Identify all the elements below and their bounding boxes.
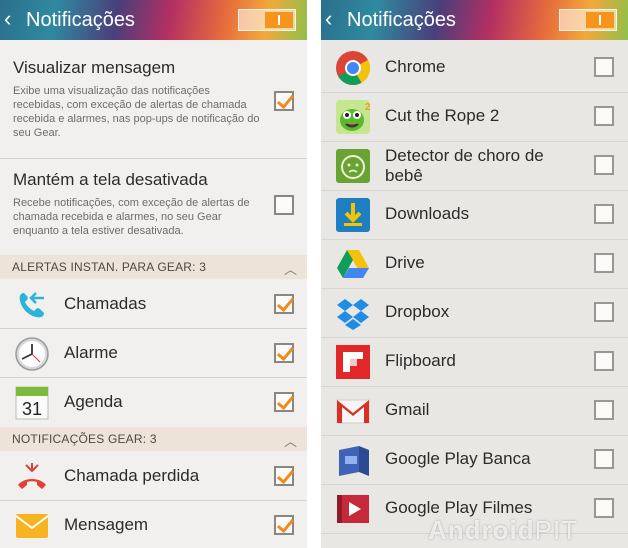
back-button[interactable]: ‹ <box>4 6 11 32</box>
app-row-cut-the-rope[interactable]: 2 Cut the Rope 2 <box>321 92 628 142</box>
downloads-icon <box>335 197 371 233</box>
cut-the-rope-icon: 2 <box>335 99 371 135</box>
app-name: Detector de choro de bebê <box>385 146 544 185</box>
missed-call-checkbox[interactable] <box>274 466 294 486</box>
item-label: Alarme <box>64 343 118 362</box>
divider <box>0 158 307 159</box>
calendar-checkbox[interactable] <box>274 392 294 412</box>
gmail-icon <box>335 393 371 429</box>
flipboard-checkbox[interactable] <box>594 351 614 371</box>
app-row-drive[interactable]: Drive <box>321 239 628 289</box>
app-name: Flipboard <box>385 351 456 370</box>
setting-title: Visualizar mensagem <box>13 58 176 77</box>
app-row-baby-cry-detector[interactable]: Detector de choro de bebê <box>321 141 628 191</box>
play-newsstand-checkbox[interactable] <box>594 449 614 469</box>
play-newsstand-icon <box>335 442 371 478</box>
app-row-flipboard[interactable]: Flipboard <box>321 337 628 387</box>
chrome-icon <box>335 50 371 86</box>
section-label: NOTIFICAÇÕES GEAR: 3 <box>12 432 157 446</box>
section-header-instant-alerts[interactable]: ALERTAS INSTAN. PARA GEAR: 3 ︿ <box>0 255 307 279</box>
app-name: Drive <box>385 253 425 272</box>
setting-description: Recebe notificações, com exceção de aler… <box>13 197 250 237</box>
androidpit-watermark: AndroidPIT <box>428 515 578 546</box>
app-name: Cut the Rope 2 <box>385 106 500 125</box>
item-label: Agenda <box>64 392 123 411</box>
back-button[interactable]: ‹ <box>325 6 332 32</box>
missed-call-icon <box>14 459 50 495</box>
drive-icon <box>335 246 371 282</box>
item-label: Chamadas <box>64 294 147 313</box>
chevron-up-icon: ︿ <box>283 434 297 449</box>
section-label: ALERTAS INSTAN. PARA GEAR: 3 <box>12 260 207 274</box>
incoming-call-icon <box>14 287 50 323</box>
switch-knob <box>265 12 293 28</box>
alarm-checkbox[interactable] <box>274 343 294 363</box>
play-movies-icon <box>335 491 371 527</box>
master-switch[interactable] <box>238 9 296 31</box>
chrome-checkbox[interactable] <box>594 57 614 77</box>
drive-checkbox[interactable] <box>594 253 614 273</box>
app-row-chrome[interactable]: Chrome <box>321 43 628 93</box>
watermark-brand: Android <box>428 515 535 545</box>
list-item-message[interactable]: Mensagem <box>0 501 307 548</box>
message-checkbox[interactable] <box>274 515 294 535</box>
message-icon <box>14 508 50 544</box>
item-label: Mensagem <box>64 515 149 534</box>
setting-title: Mantém a tela desativada <box>13 170 208 189</box>
app-name: Downloads <box>385 204 470 223</box>
page-title[interactable]: Notificações <box>26 8 135 32</box>
app-row-downloads[interactable]: Downloads <box>321 190 628 240</box>
svg-text:2: 2 <box>365 102 371 113</box>
app-row-gmail[interactable]: Gmail <box>321 386 628 436</box>
app-name: Gmail <box>385 400 430 419</box>
action-bar: ‹ Notificações <box>321 0 628 40</box>
dropbox-checkbox[interactable] <box>594 302 614 322</box>
play-movies-checkbox[interactable] <box>594 498 614 518</box>
cut-the-rope-checkbox[interactable] <box>594 106 614 126</box>
app-row-play-newsstand[interactable]: Google Play Banca <box>321 435 628 485</box>
app-name: Google Play Banca <box>385 449 531 468</box>
downloads-checkbox[interactable] <box>594 204 614 224</box>
master-switch[interactable] <box>559 9 617 31</box>
right-screen: ‹ Notificações Chrome 2 Cut the Rope 2 D… <box>321 0 628 548</box>
list-item-missed-call[interactable]: Chamada perdida <box>0 452 307 501</box>
clock-icon <box>14 336 50 372</box>
calendar-icon: 31 <box>14 385 50 421</box>
action-bar: ‹ Notificações <box>0 0 307 40</box>
keep-screen-off-checkbox[interactable] <box>274 195 294 215</box>
watermark-suffix: PIT <box>534 515 579 545</box>
dropbox-icon <box>335 295 371 331</box>
list-item-calendar[interactable]: 31 Agenda <box>0 378 307 427</box>
app-row-dropbox[interactable]: Dropbox <box>321 288 628 338</box>
item-label: Chamada perdida <box>64 466 200 485</box>
calendar-day: 31 <box>22 399 42 419</box>
app-name: Dropbox <box>385 302 450 321</box>
preview-message-checkbox[interactable] <box>274 91 294 111</box>
calls-checkbox[interactable] <box>274 294 294 314</box>
list-item-calls[interactable]: Chamadas <box>0 280 307 329</box>
app-name: Chrome <box>385 57 446 76</box>
panel-gap <box>307 0 321 548</box>
gmail-checkbox[interactable] <box>594 400 614 420</box>
chevron-up-icon: ︿ <box>283 262 297 277</box>
baby-cry-detector-checkbox[interactable] <box>594 155 614 175</box>
switch-knob <box>586 12 614 28</box>
page-title[interactable]: Notificações <box>347 8 456 32</box>
baby-cry-detector-icon <box>335 148 371 184</box>
setting-description: Exibe uma visualização das notificações … <box>13 85 260 139</box>
flipboard-icon <box>335 344 371 380</box>
list-item-alarm[interactable]: Alarme <box>0 329 307 378</box>
left-screen: ‹ Notificações Visualizar mensagem Exibe… <box>0 0 307 548</box>
section-header-gear-notifications[interactable]: NOTIFICAÇÕES GEAR: 3 ︿ <box>0 427 307 451</box>
